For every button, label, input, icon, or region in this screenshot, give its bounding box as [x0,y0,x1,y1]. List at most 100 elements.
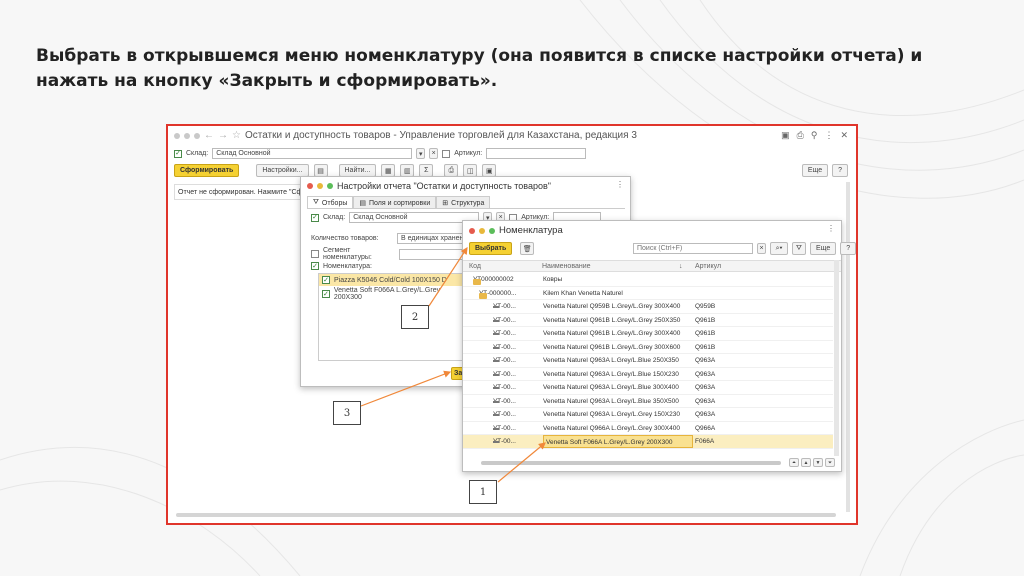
cell-article: Q963A [695,411,716,418]
search-icon[interactable]: ⌕▾ [770,242,788,255]
help-button[interactable]: ? [840,242,856,255]
clear-icon[interactable]: × [429,148,439,159]
nomenclature-dialog: Номенклатура ⋮ Выбрать 🗑 × ⌕▾ ⛛ Еще ? Ко… [462,220,856,472]
more-button[interactable]: Еще [810,242,837,255]
minimize-dot-icon[interactable] [479,227,485,234]
more-icon[interactable]: ⋮ [824,130,833,141]
item-checkbox[interactable]: ✓ [322,290,330,298]
page-up-icon[interactable]: ▲ [801,458,811,467]
list-item[interactable]: ✓ Piazza K5046 Cold/Cold 100X150 D [319,274,463,286]
settings-warehouse-checkbox[interactable]: ✓ [311,213,319,222]
quantity-field[interactable]: В единицах хранения [397,233,467,244]
clear-icon[interactable]: × [757,243,766,254]
arrow-right-icon[interactable]: → [218,130,228,141]
cell-code: УТ-00... [493,357,516,364]
generate-button[interactable]: Сформировать [174,164,240,177]
item-icon [493,427,499,430]
sort-arrow-icon[interactable]: ↓ [679,263,683,270]
first-page-icon[interactable]: ⏶ [789,458,799,467]
close-dot-icon[interactable] [469,227,475,234]
table-row[interactable]: УТ-00... Venetta Naturel Q963A L.Grey/L.B… [463,381,833,395]
cell-code: УТ-00... [493,397,516,405]
structure-icon: ⊞ [442,200,449,207]
settings-dialog-title-bar: Настройки отчета "Остатки и доступность … [307,181,551,191]
nomenclature-checkbox[interactable]: ✓ [311,262,319,270]
maximize-dot-icon[interactable] [327,183,333,189]
last-page-icon[interactable]: ⏷ [825,458,835,467]
filter-icon[interactable]: ⛛ [792,242,806,255]
table-row[interactable]: УТ-00... Venetta Naturel Q961B L.Grey/L.G… [463,341,833,354]
main-vertical-scrollbar[interactable] [846,182,850,512]
trash-icon[interactable]: 🗑 [520,242,535,255]
segment-label: Сегмент номенклатуры: [323,247,372,261]
link-icon[interactable]: ⚲ [811,130,818,141]
more-icon[interactable]: ⋮ [616,180,624,189]
cell-name: Venetta Naturel Q961B L.Grey/L.Grey 250X… [543,316,681,324]
callout-3: 3 [333,401,361,425]
grid-horizontal-scrollbar[interactable] [481,461,781,465]
segment-field[interactable] [399,248,469,260]
list-item[interactable]: ✓ Venetta Soft F066A L.Grey/L.Grey 200X3… [319,287,463,301]
grid-vertical-scrollbar[interactable] [834,260,839,456]
nomenclature-list: ✓ Piazza K5046 Cold/Cold 100X150 D ✓ Ven… [318,273,464,361]
nomenclature-row: ✓ Номенклатура: [311,262,372,270]
column-name[interactable]: Наименование [542,263,591,270]
item-icon [493,414,499,416]
table-row[interactable]: ▾ УТ000000002 Ковры [463,273,833,287]
arrow-left-icon[interactable]: ← [204,130,214,141]
item-icon [493,346,499,349]
cell-name: Venetta Naturel Q963A L.Grey/L.Blue 250X… [543,357,679,364]
grid-navigation: ⏶ ▲ ▼ ⏷ [789,458,835,467]
cell-code: УТ-00... [493,330,516,337]
settings-warehouse-field[interactable]: Склад Основной [349,212,480,223]
quantity-row: Количество товаров: В единицах хранения [311,233,467,244]
save-icon[interactable]: ▣ [781,130,790,141]
select-button[interactable]: Выбрать [469,242,513,255]
table-row[interactable]: УТ-00... Venetta Naturel Q959B L.Grey/L.G… [463,300,833,314]
segment-row: Сегмент номенклатуры: [311,247,469,261]
fields-icon: ▤ [359,200,366,207]
table-row[interactable]: УТ-00... Venetta Naturel Q963A L.Grey/L.B… [463,368,833,381]
segment-checkbox[interactable] [311,250,319,258]
maximize-dot-icon[interactable] [489,227,495,234]
nomenclature-dialog-title: Номенклатура [499,225,563,236]
more-button[interactable]: Еще [801,164,829,177]
main-toolbar-right: Еще ? [801,164,848,177]
item-icon [493,306,499,308]
cell-name: Venetta Naturel Q961B L.Grey/L.Grey 300X… [543,343,681,351]
item-checkbox[interactable]: ✓ [322,276,330,284]
warehouse-field[interactable]: Склад Основной [212,148,413,159]
close-dot-icon[interactable] [307,183,313,189]
star-icon[interactable]: ☆ [232,130,241,141]
warehouse-checkbox[interactable]: ✓ [174,149,182,158]
table-row[interactable]: ▾ УТ-000000... Kilem Khan Venetta Naturel [463,287,833,300]
main-horizontal-scrollbar[interactable] [176,513,836,517]
table-row[interactable]: УТ-00... Venetta Naturel Q963A L.Grey/L.G… [463,408,833,422]
column-article[interactable]: Артикул [695,263,721,270]
table-row[interactable]: УТ-00... Venetta Naturel Q963A L.Grey/L.B… [463,395,833,408]
nomenclature-toolbar: Выбрать 🗑 [469,242,535,255]
search-input[interactable] [633,243,753,254]
help-button[interactable]: ? [832,164,848,177]
close-icon[interactable]: ✕ [840,130,848,141]
more-icon[interactable]: ⋮ [827,224,835,233]
table-row[interactable]: УТ-00... Venetta Soft F066A L.Grey/L.Grey… [463,435,833,449]
page-down-icon[interactable]: ▼ [813,458,823,467]
column-code[interactable]: Код [469,263,481,270]
screenshot-frame: ← → ☆ Остатки и доступность товаров - Уп… [166,124,858,525]
table-row[interactable]: УТ-00... Venetta Naturel Q963A L.Grey/L.B… [463,354,833,368]
article-checkbox[interactable] [442,149,451,158]
cell-article: Q963A [695,370,716,378]
print-icon[interactable]: ⎙ [797,130,804,141]
cell-code: ▾ УТ-000000... [479,289,517,299]
nomenclature-dialog-title-bar: Номенклатура [469,225,563,236]
table-row[interactable]: УТ-00... Venetta Naturel Q961B L.Grey/L.G… [463,314,833,327]
cell-article: Q963A [695,397,716,405]
table-row[interactable]: УТ-00... Venetta Naturel Q961B L.Grey/L.G… [463,327,833,341]
article-field[interactable] [486,148,587,159]
dropdown-icon[interactable]: ▾ [416,148,426,159]
minimize-dot-icon[interactable] [317,183,323,189]
settings-dialog-title: Настройки отчета "Остатки и доступность … [337,181,551,191]
table-row[interactable]: УТ-00... Venetta Naturel Q966A L.Grey/L.G… [463,422,833,435]
main-window-title-bar: ← → ☆ Остатки и доступность товаров - Уп… [174,130,637,141]
